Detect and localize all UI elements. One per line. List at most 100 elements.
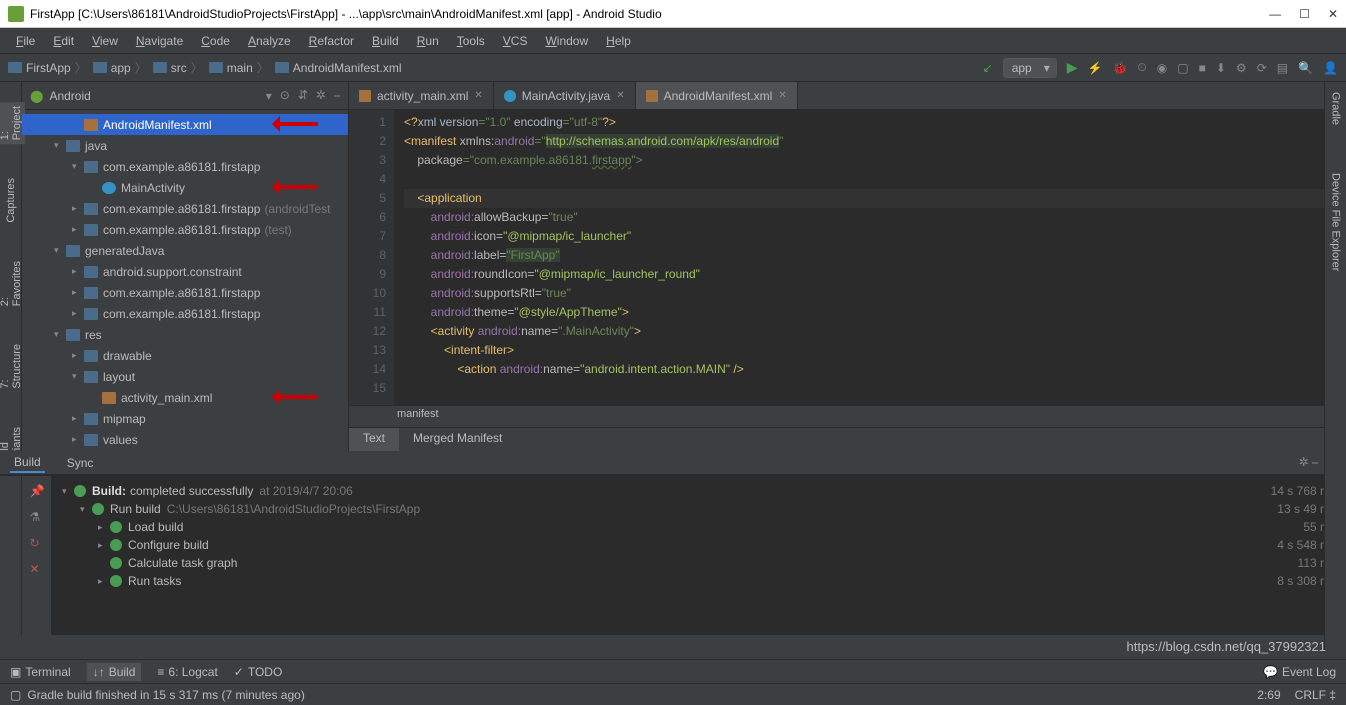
editor-mode-tab[interactable]: Text <box>349 428 399 451</box>
minimize-button[interactable]: — <box>1269 7 1281 21</box>
left-tab-captures[interactable]: Captures <box>3 174 19 227</box>
collapse-icon[interactable]: ⊙ <box>280 88 290 103</box>
menu-view[interactable]: View <box>86 32 124 50</box>
run-button[interactable]: ▶ <box>1067 59 1078 76</box>
close-button[interactable]: ✕ <box>1328 7 1338 21</box>
menu-code[interactable]: Code <box>195 32 236 50</box>
tool-window-terminal[interactable]: ▣ Terminal <box>10 663 71 681</box>
build-output-tree[interactable]: ▾Build:completed successfullyat 2019/4/7… <box>52 476 1346 635</box>
sdk-button[interactable]: ⬇ <box>1216 61 1226 75</box>
code-editor[interactable]: <?xml version="1.0" encoding="utf-8"?> <… <box>394 110 1346 405</box>
tree-item[interactable]: ▸drawable <box>22 345 348 366</box>
attach-button[interactable]: ◉ <box>1157 61 1167 75</box>
avd-button[interactable]: ▢ <box>1177 61 1188 75</box>
tool-window-build[interactable]: ↓↑ Build <box>87 663 142 681</box>
tool-window-todo[interactable]: ✓ TODO <box>234 663 283 681</box>
build-row[interactable]: ▸Load build55 ms <box>62 518 1336 536</box>
build-filter-icon[interactable]: ⚗ <box>30 510 44 524</box>
breadcrumb-3[interactable]: main 〉 <box>209 59 269 76</box>
tree-item[interactable]: ▾java <box>22 135 348 156</box>
stop-button[interactable]: ■ <box>1199 61 1206 75</box>
tree-item[interactable]: ▸com.example.a86181.firstapp <box>22 303 348 324</box>
editor-mode-tab[interactable]: Merged Manifest <box>399 428 516 451</box>
left-tab----favorites[interactable]: 2: Favorites <box>0 257 25 310</box>
layout-inspector-button[interactable]: ▤ <box>1277 61 1288 75</box>
left-tab----project[interactable]: 1: Project <box>0 102 25 144</box>
tool-window-logcat[interactable]: ≡ 6: Logcat <box>157 663 217 681</box>
line-gutter: 123456789101112131415 <box>349 110 394 405</box>
project-view-selector[interactable]: Android <box>49 89 265 103</box>
tree-item[interactable]: ▸com.example.a86181.firstapp(test) <box>22 219 348 240</box>
profiler-button[interactable]: ⏲ <box>1137 60 1146 75</box>
right-tab-device-file-explorer[interactable]: Device File Explorer <box>1328 169 1344 275</box>
cursor-position: 2:69 <box>1257 688 1280 702</box>
line-separator[interactable]: CRLF ‡ <box>1295 688 1336 702</box>
project-structure-button[interactable]: ⚙ <box>1236 61 1247 75</box>
breadcrumb-0[interactable]: FirstApp 〉 <box>8 59 87 76</box>
build-row[interactable]: ▾Run buildC:\Users\86181\AndroidStudioPr… <box>62 500 1336 518</box>
tree-item[interactable]: ▸com.example.a86181.firstapp(androidTest <box>22 198 348 219</box>
editor-tab[interactable]: activity_main.xml✕ <box>349 82 494 109</box>
build-row[interactable]: ▾Build:completed successfullyat 2019/4/7… <box>62 482 1336 500</box>
navigation-bar: FirstApp 〉 app 〉 src 〉 main 〉 AndroidManifes… <box>0 54 1346 82</box>
menu-file[interactable]: File <box>10 32 41 50</box>
settings-icon[interactable]: ✲ <box>316 88 326 103</box>
sync-icon[interactable]: ↙ <box>983 61 993 75</box>
run-config-selector[interactable]: app <box>1003 58 1057 78</box>
statusbar: ▢ Gradle build finished in 15 s 317 ms (… <box>0 683 1346 705</box>
menu-vcs[interactable]: VCS <box>497 32 534 50</box>
menu-build[interactable]: Build <box>366 32 405 50</box>
titlebar: FirstApp [C:\Users\86181\AndroidStudioPr… <box>0 0 1346 28</box>
build-row[interactable]: ▸Run tasks8 s 308 ms <box>62 572 1336 590</box>
menu-refactor[interactable]: Refactor <box>303 32 360 50</box>
app-icon <box>8 6 24 22</box>
build-tab-build[interactable]: Build <box>10 453 45 473</box>
breadcrumb-1[interactable]: app 〉 <box>93 59 147 76</box>
tree-item[interactable]: ▸values <box>22 429 348 450</box>
menu-tools[interactable]: Tools <box>451 32 491 50</box>
tree-item[interactable]: AndroidManifest.xml <box>22 114 348 135</box>
debug-button[interactable]: 🐞 <box>1112 61 1127 75</box>
build-row[interactable]: ▸Configure build4 s 548 ms <box>62 536 1336 554</box>
editor-tab[interactable]: AndroidManifest.xml✕ <box>636 82 798 109</box>
build-pin-icon[interactable]: 📌 <box>30 484 44 498</box>
apply-changes-icon[interactable]: ⚡ <box>1088 61 1103 75</box>
sync-gradle-button[interactable]: ⟳ <box>1257 61 1267 75</box>
menu-help[interactable]: Help <box>600 32 637 50</box>
left-tab----structure[interactable]: 7: Structure <box>0 340 25 393</box>
tree-item[interactable]: ▾res <box>22 324 348 345</box>
breadcrumb-2[interactable]: src 〉 <box>153 59 203 76</box>
tree-item[interactable]: ▸com.example.a86181.firstapp <box>22 282 348 303</box>
editor-tabs: activity_main.xml✕MainActivity.java✕Andr… <box>349 82 1346 110</box>
tree-item[interactable]: ▾layout <box>22 366 348 387</box>
right-tab-gradle[interactable]: Gradle <box>1328 88 1344 129</box>
tree-item[interactable]: ▾com.example.a86181.firstapp <box>22 156 348 177</box>
build-left-gutter <box>0 476 22 635</box>
menu-edit[interactable]: Edit <box>47 32 80 50</box>
hide-icon[interactable]: ⎯ <box>334 88 340 103</box>
build-tab-sync[interactable]: Sync <box>63 454 98 472</box>
menu-analyze[interactable]: Analyze <box>242 32 297 50</box>
tree-item[interactable]: ▸mipmap <box>22 408 348 429</box>
tree-item[interactable]: ▾generatedJava <box>22 240 348 261</box>
event-log-button[interactable]: 💬 Event Log <box>1263 665 1336 679</box>
build-settings-icon[interactable]: ✲ ⎯ <box>1299 455 1318 470</box>
breadcrumb-4[interactable]: AndroidManifest.xml <box>275 59 402 76</box>
project-tree[interactable]: AndroidManifest.xml▾java▾com.example.a86… <box>22 110 348 451</box>
editor-mode-tabs: TextMerged Manifest <box>349 427 1346 451</box>
tree-item[interactable]: MainActivity <box>22 177 348 198</box>
filter-icon[interactable]: ⇵ <box>298 88 308 103</box>
tree-item[interactable]: ▸android.support.constraint <box>22 261 348 282</box>
search-button[interactable]: 🔍 <box>1298 61 1313 75</box>
editor-tab[interactable]: MainActivity.java✕ <box>494 82 636 109</box>
menu-run[interactable]: Run <box>411 32 445 50</box>
build-close-icon[interactable]: ✕ <box>30 562 44 576</box>
tree-item[interactable]: activity_main.xml <box>22 387 348 408</box>
build-rerun-icon[interactable]: ↻ <box>30 536 44 550</box>
maximize-button[interactable]: ☐ <box>1299 7 1310 21</box>
user-icon[interactable]: 👤 <box>1323 61 1338 75</box>
build-row[interactable]: Calculate task graph113 ms <box>62 554 1336 572</box>
menu-window[interactable]: Window <box>539 32 594 50</box>
editor-breadcrumb[interactable]: manifest <box>349 405 1346 427</box>
menu-navigate[interactable]: Navigate <box>130 32 189 50</box>
